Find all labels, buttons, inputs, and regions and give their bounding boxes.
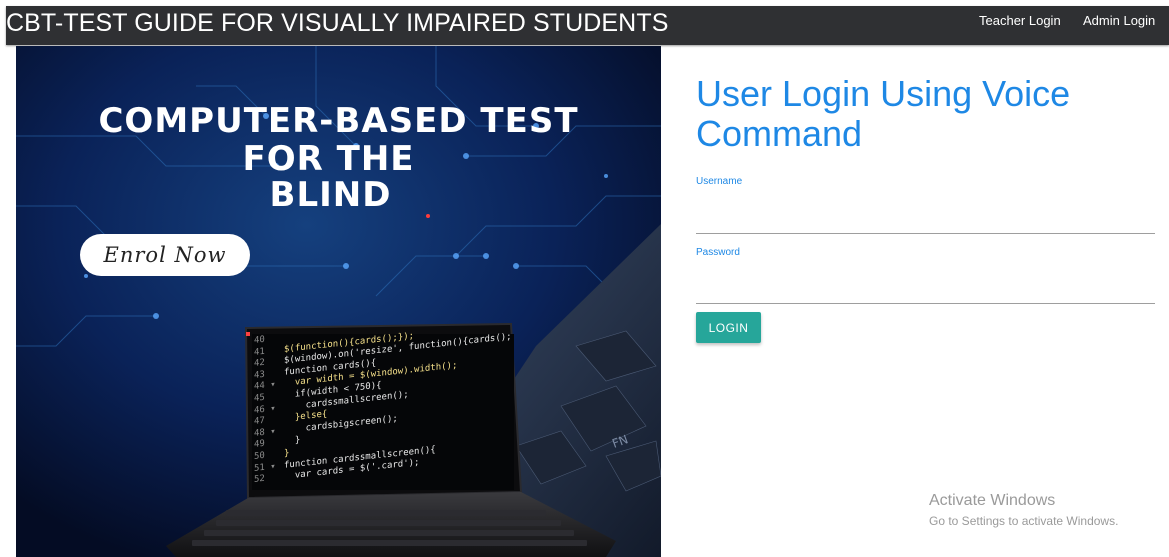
enrol-now-button[interactable]: Enrol Now xyxy=(80,234,250,276)
site-brand-title[interactable]: CBT-TEST GUIDE FOR VISUALLY IMPAIRED STU… xyxy=(6,9,668,38)
code-line-text: } xyxy=(284,435,301,448)
teacher-login-link[interactable]: Teacher Login xyxy=(979,13,1061,28)
hero-title-line-1: COMPUTER-BASED TEST xyxy=(98,101,579,141)
username-input[interactable] xyxy=(696,211,1155,234)
code-line-text: } xyxy=(284,448,290,459)
username-label: Username xyxy=(696,176,743,187)
password-input[interactable] xyxy=(696,281,1155,304)
top-navbar: CBT-TEST GUIDE FOR VISUALLY IMPAIRED STU… xyxy=(6,6,1169,45)
laptop-code-display: 40 41 $(function(){cards();}); 42 $(window).… xyxy=(254,309,512,488)
hero-title-line-2: FOR THE xyxy=(242,139,415,179)
activate-windows-hint: Go to Settings to activate Windows. xyxy=(929,514,1119,528)
password-label: Password xyxy=(696,247,740,258)
login-heading: User Login Using Voice Command xyxy=(696,73,1071,154)
hero-banner-image: FN 40 41 $(function(){cards();}); 42 $(windo… xyxy=(16,46,661,557)
code-line-number: 52 xyxy=(254,473,265,486)
login-button[interactable]: LOGIN xyxy=(696,312,761,343)
admin-login-link[interactable]: Admin Login xyxy=(1083,13,1155,28)
activate-windows-watermark: Activate Windows xyxy=(929,492,1056,509)
hero-title-line-3: BLIND xyxy=(269,175,392,215)
